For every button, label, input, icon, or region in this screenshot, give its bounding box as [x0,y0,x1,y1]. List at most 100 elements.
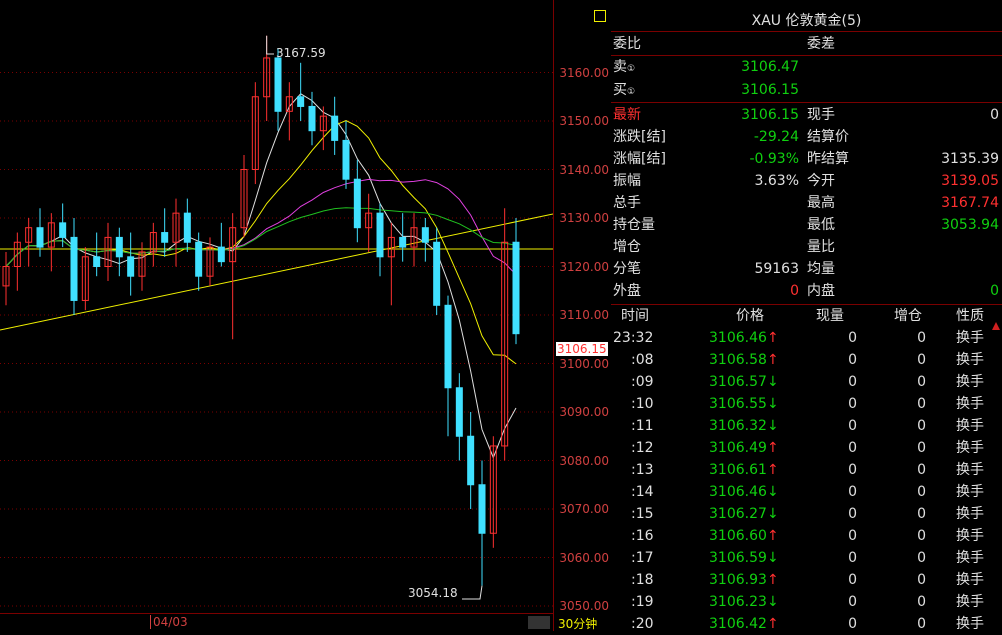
tick-price: 3106.60 [709,528,767,544]
tick-row: :20 3106.42 ↑ 0 0 换手 [611,613,1002,635]
field-label: 内盘 [807,283,835,299]
tick-inc: 0 [917,418,926,434]
price-tick-label: 3120.00 [559,259,609,274]
candle-body [127,256,135,277]
quote-field-row: 增仓 量比 [611,236,1002,258]
field-label: 外盘 [613,283,641,299]
candle-body [433,241,441,306]
tick-direction: ↑ [767,330,779,346]
tick-direction: ↑ [767,572,779,588]
field-label: 最新 [613,107,641,123]
tick-type: 换手 [956,440,984,456]
field-label: 结算价 [807,129,849,145]
candle-body [353,178,361,229]
quote-field-row: 最新 3106.15 现手 0 [611,104,1002,126]
cursor-box-icon[interactable] [594,10,606,22]
tick-row: 23:32 3106.46 ↑ 0 0 换手 [611,327,1002,349]
field-label: 分笔 [613,261,641,277]
candle-body [421,227,429,243]
tick-direction: ↓ [767,396,779,412]
tick-time: :19 [631,594,654,610]
tick-inc: 0 [917,462,926,478]
quote-field-row: 总手 最高 3167.74 [611,192,1002,214]
tick-qty: 0 [848,484,857,500]
tick-time: :11 [631,418,654,434]
price-tick-label: 3090.00 [559,405,609,419]
field-value: 3135.39 [941,151,999,167]
tick-qty: 0 [848,440,857,456]
tick-row: :16 3106.60 ↑ 0 0 换手 [611,525,1002,547]
tick-inc: 0 [917,594,926,610]
tick-type: 换手 [956,506,984,522]
tick-type: 换手 [956,594,984,610]
tick-type: 换手 [956,418,984,434]
tick-price: 3106.42 [709,616,767,632]
tick-inc: 0 [917,572,926,588]
tick-price: 3106.32 [709,418,767,434]
tick-direction: ↓ [767,506,779,522]
tick-inc: 0 [917,440,926,456]
price-tick-label: 3050.00 [559,599,609,613]
candle-body [331,115,339,141]
tick-price: 3106.61 [709,462,767,478]
quote-field-row: 持仓量 最低 3053.94 [611,214,1002,236]
tick-qty: 0 [848,330,857,346]
field-label: 涨幅[结] [613,151,666,167]
field-label: 量比 [807,239,835,255]
price-tick-label: 3110.00 [559,308,609,322]
high-leader-line [266,35,274,55]
period-label[interactable]: 30分钟 [558,615,597,632]
tick-type: 换手 [956,396,984,412]
tick-inc: 0 [917,484,926,500]
field-label: 现手 [807,107,835,123]
tick-price: 3106.58 [709,352,767,368]
tick-time: :12 [631,440,654,456]
quote-field-row: 分笔 59163 均量 [611,258,1002,280]
field-label: 今开 [807,173,835,189]
tick-time: :18 [631,572,654,588]
candle-body [399,236,407,248]
tick-time: :15 [631,506,654,522]
scroll-handle[interactable] [528,616,550,629]
tick-price: 3106.57 [709,374,767,390]
tick-qty: 0 [848,462,857,478]
buy-label: 买① [613,82,636,98]
candle-body [444,304,452,389]
price-tick-label: 3130.00 [559,211,609,225]
field-label: 持仓量 [613,217,655,233]
tick-price: 3106.46 [709,330,767,346]
tick-direction: ↓ [767,418,779,434]
candle-body [308,105,316,132]
field-value: 3167.74 [941,195,999,211]
price-tick-label: 3070.00 [559,502,609,516]
candle-body [183,212,191,243]
field-value: -29.24 [753,129,799,145]
tick-qty: 0 [848,418,857,434]
tick-type: 换手 [956,462,984,478]
price-tick-label: 3060.00 [559,550,609,565]
tick-time: :20 [631,616,654,632]
tick-inc: 0 [917,616,926,632]
tick-row: :08 3106.58 ↑ 0 0 换手 [611,349,1002,371]
tick-type: 换手 [956,484,984,500]
tick-type: 换手 [956,352,984,368]
price-tick-label: 3150.00 [559,114,609,128]
tick-inc: 0 [917,374,926,390]
tick-price: 3106.27 [709,506,767,522]
quote-title: XAU 伦敦黄金(5) [751,13,862,29]
candlestick-chart[interactable]: 3167.59 3054.18 [0,0,553,613]
low-leader-line [462,585,483,600]
tick-qty: 0 [848,352,857,368]
candle-body [467,435,475,486]
tick-inc: 0 [917,528,926,544]
current-price-tag: 3106.15 [556,342,608,356]
tick-row: :14 3106.46 ↓ 0 0 换手 [611,481,1002,503]
tick-price: 3106.49 [709,440,767,456]
col-type: 性质 [956,308,984,324]
ticks-header: 时间 价格 现量 增仓 性质 [611,305,1002,327]
tick-qty: 0 [848,550,857,566]
tick-type: 换手 [956,550,984,566]
tick-qty: 0 [848,506,857,522]
tick-inc: 0 [917,330,926,346]
tick-price: 3106.46 [709,484,767,500]
